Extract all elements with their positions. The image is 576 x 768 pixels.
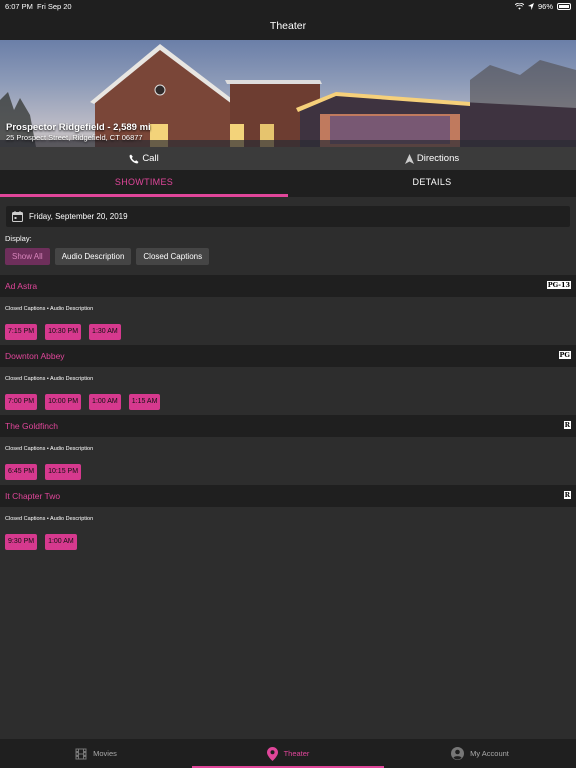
movie-accessibility-info: Closed Captions • Audio Description [5, 376, 94, 382]
selected-date: Friday, September 20, 2019 [29, 212, 128, 221]
battery-percent: 96% [537, 2, 553, 11]
filter-closed-captions[interactable]: Closed Captions [136, 248, 210, 265]
bottom-tab-my-account-label: My Account [470, 749, 509, 758]
location-arrow-icon [527, 3, 534, 10]
directions-label: Directions [416, 153, 460, 164]
date-selector[interactable]: Friday, September 20, 2019 [6, 206, 570, 227]
nav-bar: Theater [0, 13, 576, 40]
movie-header[interactable]: The Goldfinch R [0, 415, 576, 437]
calendar-icon [12, 211, 23, 222]
bottom-tab-theater-label: Theater [283, 749, 310, 758]
bottom-tab-movies[interactable]: Movies [0, 739, 192, 768]
showtime-button[interactable]: 10:30 PM [45, 324, 82, 340]
showtime-button[interactable]: 10:00 PM [45, 394, 82, 410]
showtime-button[interactable]: 9:30 PM [5, 534, 38, 550]
movie-header[interactable]: It Chapter Two R [0, 485, 576, 507]
display-label: Display: [5, 234, 32, 243]
rating-badge: PG [558, 351, 571, 359]
action-bar: Call Directions [0, 147, 576, 170]
rating-badge: PG-13 [546, 281, 571, 289]
showtime-button[interactable]: 1:15 AM [128, 394, 161, 410]
wifi-icon [514, 3, 524, 10]
showtime-button[interactable]: 7:15 PM [5, 324, 38, 340]
movie-accessibility-info: Closed Captions • Audio Description [5, 446, 94, 452]
bottom-tab-movies-label: Movies [93, 749, 117, 758]
movie-accessibility-info: Closed Captions • Audio Description [5, 516, 94, 522]
directions-button[interactable]: Directions [288, 147, 576, 170]
tab-bar: SHOWTIMES DETAILS [0, 170, 576, 197]
showtime-button[interactable]: 1:30 AM [89, 324, 121, 340]
showtime-button[interactable]: 10:15 PM [45, 464, 82, 480]
theater-hero-image: Prospector Ridgefield - 2,589 mi 25 Pros… [0, 40, 576, 147]
showtime-button[interactable]: 1:00 AM [89, 394, 121, 410]
movie-header[interactable]: Ad Astra PG-13 [0, 275, 576, 297]
status-date: Fri Sep 20 [37, 2, 72, 11]
rating-badge: R [563, 421, 571, 429]
filter-show-all[interactable]: Show All [5, 248, 50, 265]
showtime-button[interactable]: 7:00 PM [5, 394, 38, 410]
showtime-button[interactable]: 6:45 PM [5, 464, 38, 480]
film-icon [75, 748, 87, 759]
battery-icon [557, 3, 571, 10]
showtime-list: 7:15 PM 10:30 PM 1:30 AM [5, 324, 121, 340]
display-filters: Show All Audio Description Closed Captio… [5, 248, 210, 265]
showtime-list: 9:30 PM 1:00 AM [5, 534, 77, 550]
movie-title[interactable]: Ad Astra [5, 281, 37, 291]
tab-showtimes[interactable]: SHOWTIMES [0, 170, 288, 197]
movie-header[interactable]: Downton Abbey PG [0, 345, 576, 367]
account-icon [451, 747, 465, 760]
movie-title[interactable]: It Chapter Two [5, 491, 60, 501]
call-label: Call [142, 153, 159, 164]
phone-icon [129, 154, 139, 163]
movie-accessibility-info: Closed Captions • Audio Description [5, 306, 94, 312]
navigation-arrow-icon [404, 153, 414, 164]
status-bar: 6:07 PM Fri Sep 20 96% [0, 0, 576, 13]
movie-title[interactable]: Downton Abbey [5, 351, 65, 361]
theater-name: Prospector Ridgefield - 2,589 mi [6, 122, 151, 133]
bottom-tab-my-account[interactable]: My Account [384, 739, 576, 768]
tab-details[interactable]: DETAILS [288, 170, 576, 197]
movie-title[interactable]: The Goldfinch [5, 421, 58, 431]
showtime-button[interactable]: 1:00 AM [45, 534, 77, 550]
page-title: Theater [269, 20, 307, 32]
filter-audio-description[interactable]: Audio Description [54, 248, 132, 265]
location-pin-icon [266, 746, 278, 761]
theater-address: 25 Prospect Street, Ridgefield, CT 06877 [6, 133, 143, 142]
rating-badge: R [563, 491, 571, 499]
bottom-tab-theater[interactable]: Theater [192, 739, 384, 768]
status-time: 6:07 PM [5, 2, 33, 11]
showtime-list: 6:45 PM 10:15 PM [5, 464, 82, 480]
bottom-tab-bar: Movies Theater My Account [0, 739, 576, 768]
call-button[interactable]: Call [0, 147, 288, 170]
showtime-list: 7:00 PM 10:00 PM 1:00 AM 1:15 AM [5, 394, 161, 410]
status-right: 96% [514, 2, 571, 11]
